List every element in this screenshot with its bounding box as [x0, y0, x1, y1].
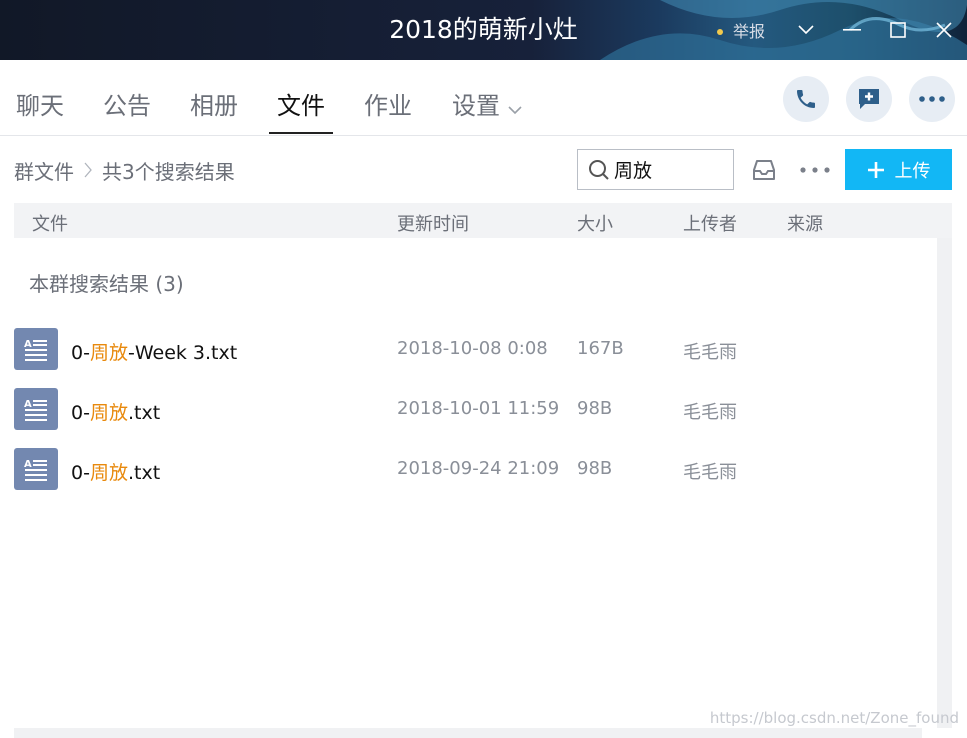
- file-name-suffix: .txt: [127, 402, 161, 424]
- message-plus-icon: [859, 89, 879, 109]
- column-header-uploader[interactable]: 上传者: [683, 210, 737, 236]
- tab-homework[interactable]: 作业: [364, 86, 412, 134]
- text-file-icon: A: [14, 388, 58, 430]
- file-size: 98B: [577, 398, 613, 419]
- file-name[interactable]: 0-周放.txt: [71, 458, 160, 485]
- table-header: 文件 更新时间 大小 上传者 来源: [14, 203, 952, 238]
- tab-settings[interactable]: 设置: [452, 86, 522, 134]
- file-name[interactable]: 0-周放.txt: [71, 398, 160, 425]
- file-name-suffix: -Week 3.txt: [127, 342, 238, 364]
- file-name-suffix: .txt: [127, 462, 161, 484]
- column-header-time[interactable]: 更新时间: [397, 210, 469, 236]
- table-row[interactable]: A 0-周放.txt 2018-09-24 21:09 98B 毛毛雨: [14, 448, 934, 492]
- column-header-source[interactable]: 来源: [787, 210, 823, 236]
- table-row[interactable]: A 0-周放.txt 2018-10-01 11:59 98B 毛毛雨: [14, 388, 934, 432]
- plus-icon: [867, 161, 885, 179]
- tab-announcement[interactable]: 公告: [103, 86, 151, 134]
- chevron-right-icon: [84, 159, 92, 183]
- tab-chat[interactable]: 聊天: [16, 86, 64, 134]
- breadcrumb: 群文件 共3个搜索结果: [14, 156, 235, 185]
- file-name[interactable]: 0-周放-Week 3.txt: [71, 338, 237, 365]
- minimize-icon[interactable]: [829, 0, 875, 60]
- text-file-icon: A: [14, 328, 58, 370]
- column-header-file[interactable]: 文件: [32, 210, 68, 236]
- svg-text:A: A: [24, 459, 32, 470]
- svg-text:A: A: [24, 399, 32, 410]
- tab-album[interactable]: 相册: [190, 86, 238, 134]
- title-bar: 2018的萌新小灶 举报: [0, 0, 967, 60]
- file-size: 167B: [577, 338, 624, 359]
- maximize-icon[interactable]: [875, 0, 921, 60]
- upload-label: 上传: [894, 160, 931, 182]
- file-uploader: 毛毛雨: [683, 462, 737, 483]
- text-file-icon: A: [14, 448, 58, 490]
- horizontal-scrollbar[interactable]: [14, 728, 922, 738]
- tab-bar: 聊天 公告 相册 文件 作业 设置: [0, 60, 967, 136]
- breadcrumb-current: 共3个搜索结果: [102, 160, 235, 184]
- vertical-scrollbar[interactable]: [937, 238, 952, 728]
- column-header-size[interactable]: 大小: [577, 210, 613, 236]
- file-uploader: 毛毛雨: [683, 342, 737, 363]
- more-button[interactable]: [909, 76, 955, 122]
- chevron-down-icon: [508, 93, 522, 121]
- search-input[interactable]: [614, 158, 724, 181]
- more-icon: [919, 96, 945, 102]
- file-size: 98B: [577, 458, 613, 479]
- window-controls: 举报: [733, 0, 967, 60]
- file-name-highlight: 周放: [89, 402, 128, 424]
- file-name-prefix: 0-: [71, 402, 90, 424]
- tab-files[interactable]: 文件: [269, 86, 333, 134]
- table-row[interactable]: A 0-周放-Week 3.txt 2018-10-08 0:08 167B 毛…: [14, 328, 934, 372]
- upload-button[interactable]: 上传: [845, 149, 952, 190]
- file-name-highlight: 周放: [89, 342, 128, 364]
- search-box[interactable]: [577, 149, 734, 190]
- file-name-highlight: 周放: [89, 462, 128, 484]
- file-time: 2018-10-01 11:59: [397, 398, 560, 419]
- file-name-prefix: 0-: [71, 342, 90, 364]
- call-button[interactable]: [783, 76, 829, 122]
- report-link[interactable]: 举报: [733, 18, 765, 42]
- inbox-icon[interactable]: [748, 156, 780, 184]
- tab-settings-label: 设置: [452, 92, 500, 120]
- new-message-button[interactable]: [846, 76, 892, 122]
- watermark: https://blog.csdn.net/Zone_found: [709, 709, 959, 727]
- more-options-icon[interactable]: [799, 156, 831, 184]
- file-time: 2018-09-24 21:09: [397, 458, 560, 479]
- file-uploader: 毛毛雨: [683, 402, 737, 423]
- file-time: 2018-10-08 0:08: [397, 338, 548, 359]
- close-icon[interactable]: [921, 0, 967, 60]
- section-title: 本群搜索结果 (3): [29, 272, 184, 296]
- search-icon: [589, 159, 609, 180]
- breadcrumb-root[interactable]: 群文件: [14, 156, 74, 185]
- file-name-prefix: 0-: [71, 462, 90, 484]
- phone-icon: [797, 90, 815, 108]
- chevron-down-icon[interactable]: [783, 0, 829, 60]
- svg-text:A: A: [24, 339, 32, 350]
